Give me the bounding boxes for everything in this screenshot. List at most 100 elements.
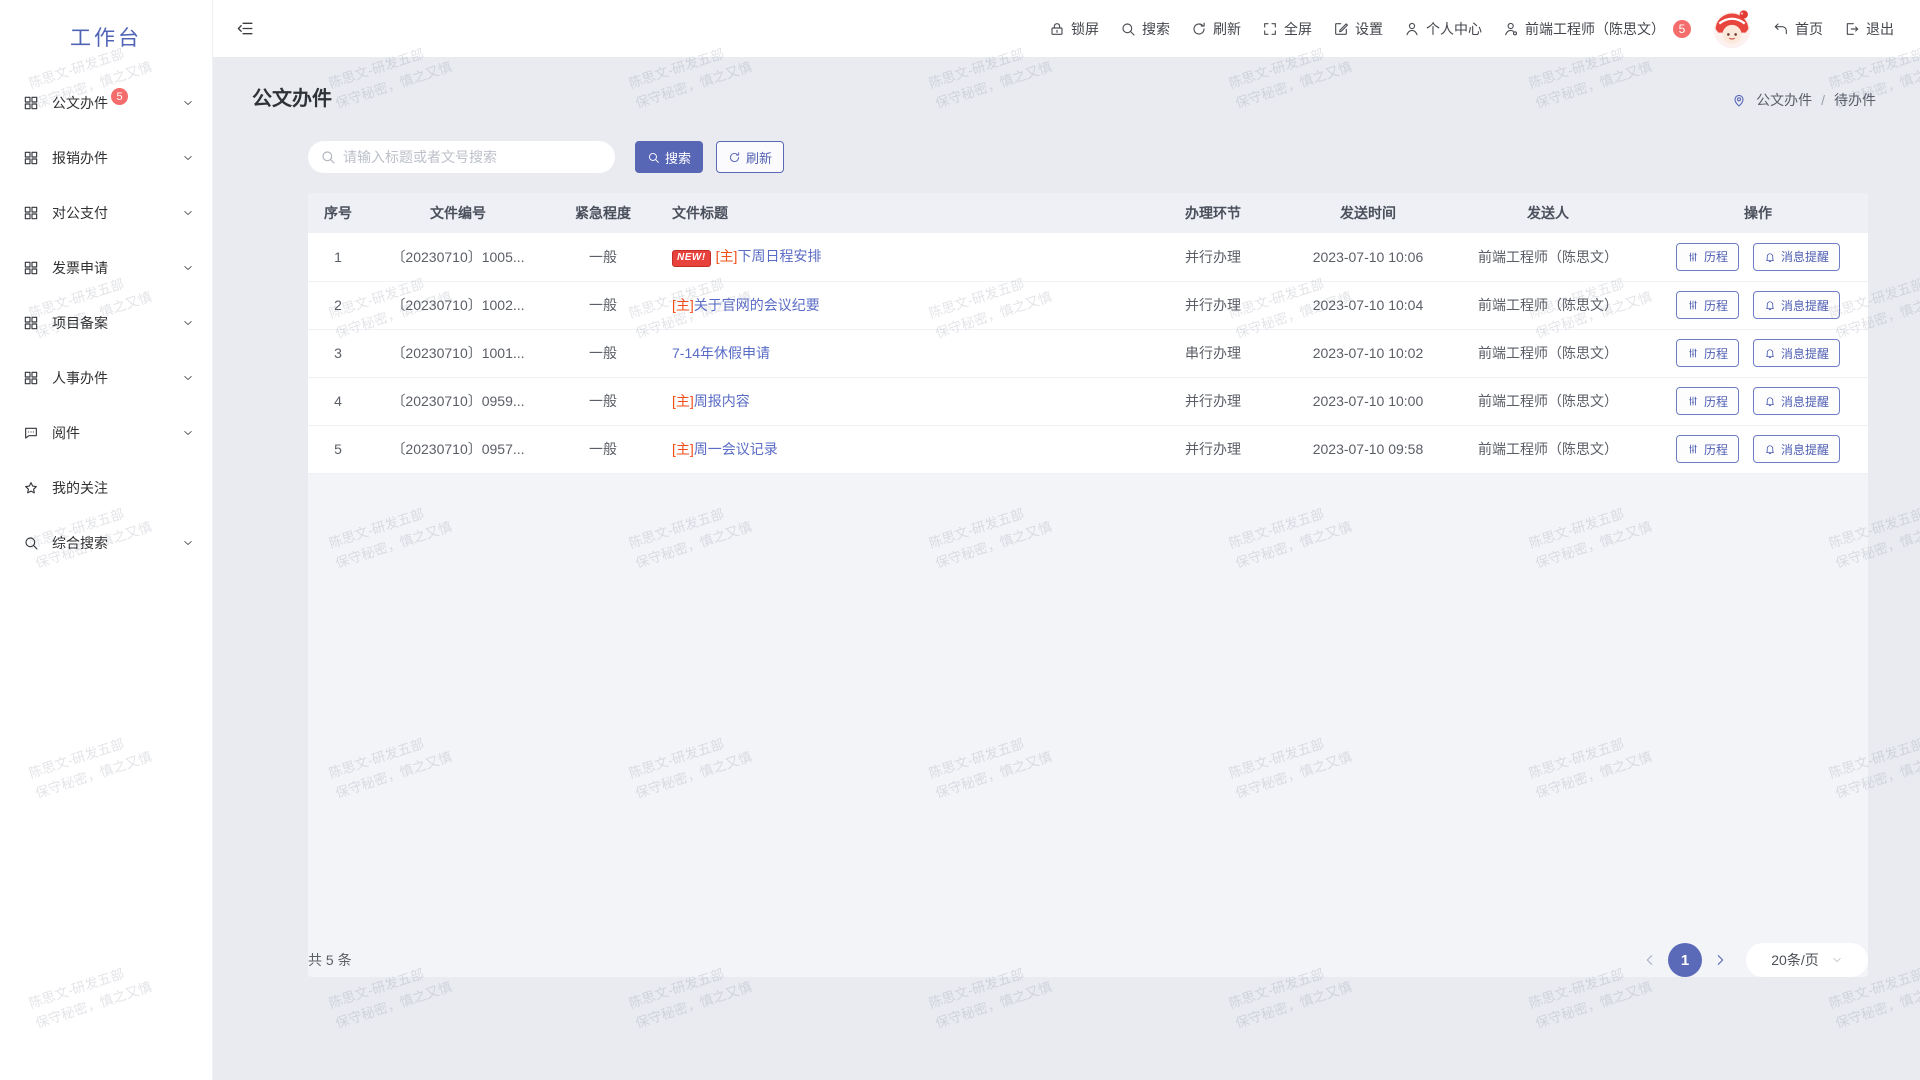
document-table-panel: 序号文件编号紧急程度文件标题办理环节发送时间发送人操作 1〔20230710〕1…	[308, 193, 1868, 977]
document-title-link[interactable]: 周一会议记录	[694, 441, 778, 457]
cell-index: 5	[308, 425, 368, 473]
sidebar-item-label: 项目备案	[52, 313, 108, 333]
sidebar-item-报销办件[interactable]: 报销办件	[0, 130, 212, 185]
sidebar-menu: 公文办件5报销办件对公支付发票申请项目备案人事办件阅件我的关注综合搜索	[0, 75, 212, 570]
history-button[interactable]: 历程	[1676, 435, 1739, 463]
history-button[interactable]: 历程	[1676, 291, 1739, 319]
cell-time: 2023-07-10 10:04	[1288, 281, 1448, 329]
cell-title: [主]周报内容	[658, 377, 1138, 425]
history-button[interactable]: 历程	[1676, 339, 1739, 367]
chevron-down-icon	[182, 152, 194, 164]
notify-button[interactable]: 消息提醒	[1753, 387, 1840, 415]
search-button[interactable]: 搜索	[635, 141, 703, 173]
cell-step: 并行办理	[1138, 377, 1288, 425]
cell-doc-no: 〔20230710〕1005...	[368, 233, 548, 281]
column-header: 文件标题	[658, 193, 1138, 233]
topbar-settings-button[interactable]: 设置	[1333, 19, 1383, 39]
comment-icon	[23, 425, 39, 441]
document-title-link[interactable]: 周报内容	[694, 393, 750, 409]
sliders-icon	[1687, 395, 1699, 407]
cell-title: [主]周一会议记录	[658, 425, 1138, 473]
logout-button[interactable]: 退出	[1844, 19, 1894, 39]
sidebar-item-人事办件[interactable]: 人事办件	[0, 350, 212, 405]
current-user-button[interactable]: 前端工程师（陈思文） 5	[1503, 19, 1691, 39]
topbar-profile-button[interactable]: 个人中心	[1404, 19, 1482, 39]
notify-button[interactable]: 消息提醒	[1753, 435, 1840, 463]
sidebar-item-综合搜索[interactable]: 综合搜索	[0, 515, 212, 570]
user-avatar[interactable]	[1712, 9, 1752, 49]
document-title-link[interactable]: 下周日程安排	[737, 248, 821, 264]
cell-urgency: 一般	[548, 281, 658, 329]
topbar-refresh-label: 刷新	[1213, 19, 1241, 39]
cell-doc-no: 〔20230710〕1001...	[368, 329, 548, 377]
topbar-fullscreen-label: 全屏	[1284, 19, 1312, 39]
breadcrumb-current[interactable]: 待办件	[1834, 90, 1876, 110]
topbar-fullscreen-button[interactable]: 全屏	[1262, 19, 1312, 39]
refresh-button-icon	[728, 151, 741, 164]
column-header: 操作	[1648, 193, 1868, 233]
main-doc-tag: [主]	[672, 393, 694, 409]
breadcrumb-root[interactable]: 公文办件	[1756, 90, 1812, 110]
sidebar-item-阅件[interactable]: 阅件	[0, 405, 212, 460]
sidebar: 工作台 公文办件5报销办件对公支付发票申请项目备案人事办件阅件我的关注综合搜索	[0, 0, 213, 1080]
refresh-button-label: 刷新	[746, 148, 772, 167]
refresh-button[interactable]: 刷新	[716, 141, 784, 173]
table-row: 2〔20230710〕1002...一般[主]关于官网的会议纪要并行办理2023…	[308, 281, 1868, 329]
cell-time: 2023-07-10 09:58	[1288, 425, 1448, 473]
notify-button[interactable]: 消息提醒	[1753, 291, 1840, 319]
cell-title: NEW![主]下周日程安排	[658, 233, 1138, 281]
page-size-value: 20条/页	[1771, 950, 1818, 970]
prev-page-button[interactable]	[1642, 952, 1658, 968]
cell-time: 2023-07-10 10:00	[1288, 377, 1448, 425]
bell-icon	[1764, 395, 1776, 407]
cell-index: 3	[308, 329, 368, 377]
chevron-down-icon	[182, 317, 194, 329]
notify-button[interactable]: 消息提醒	[1753, 243, 1840, 271]
sidebar-item-项目备案[interactable]: 项目备案	[0, 295, 212, 350]
topbar-refresh-button[interactable]: 刷新	[1191, 19, 1241, 39]
fullscreen-icon	[1262, 21, 1278, 37]
menu-fold-icon[interactable]	[236, 19, 255, 38]
home-button[interactable]: 首页	[1773, 19, 1823, 39]
chevron-down-icon	[182, 207, 194, 219]
topbar-search-button[interactable]: 搜索	[1120, 19, 1170, 39]
notify-button[interactable]: 消息提醒	[1753, 339, 1840, 367]
document-title-link[interactable]: 关于官网的会议纪要	[694, 297, 820, 313]
history-button[interactable]: 历程	[1676, 387, 1739, 415]
sidebar-item-对公支付[interactable]: 对公支付	[0, 185, 212, 240]
home-icon	[1773, 21, 1789, 37]
sidebar-item-公文办件[interactable]: 公文办件5	[0, 75, 212, 130]
document-title-link[interactable]: 7-14年休假申请	[672, 345, 770, 361]
search-input[interactable]	[308, 141, 615, 173]
page-size-select[interactable]: 20条/页	[1746, 943, 1868, 977]
sidebar-item-label: 综合搜索	[52, 533, 108, 553]
main-content: 公文办件 公文办件 / 待办件 搜索 刷新 序号文件编号紧急程度文件标题办理环节…	[213, 57, 1920, 1080]
search-icon	[1120, 21, 1136, 37]
next-page-button[interactable]	[1712, 952, 1728, 968]
cell-urgency: 一般	[548, 377, 658, 425]
page-number-button[interactable]: 1	[1668, 943, 1702, 977]
logout-icon	[1844, 21, 1860, 37]
breadcrumb-separator: /	[1821, 92, 1825, 108]
person-dot-icon	[1503, 21, 1519, 37]
search-button-label: 搜索	[665, 148, 691, 167]
topbar-lock-button[interactable]: 锁屏	[1049, 19, 1099, 39]
grid-icon	[23, 315, 39, 331]
table-row: 4〔20230710〕0959...一般[主]周报内容并行办理2023-07-1…	[308, 377, 1868, 425]
main-doc-tag: [主]	[672, 297, 694, 313]
cell-sender: 前端工程师（陈思文）	[1448, 233, 1648, 281]
main-doc-tag: [主]	[716, 248, 738, 264]
history-button[interactable]: 历程	[1676, 243, 1739, 271]
column-header: 紧急程度	[548, 193, 658, 233]
cell-sender: 前端工程师（陈思文）	[1448, 425, 1648, 473]
grid-icon	[23, 370, 39, 386]
cell-time: 2023-07-10 10:06	[1288, 233, 1448, 281]
sidebar-item-我的关注[interactable]: 我的关注	[0, 460, 212, 515]
main-doc-tag: [主]	[672, 441, 694, 457]
chevron-down-icon	[182, 372, 194, 384]
column-header: 发送时间	[1288, 193, 1448, 233]
sidebar-item-发票申请[interactable]: 发票申请	[0, 240, 212, 295]
page-title: 公文办件	[252, 82, 332, 111]
location-pin-icon	[1731, 92, 1747, 108]
cell-doc-no: 〔20230710〕0957...	[368, 425, 548, 473]
